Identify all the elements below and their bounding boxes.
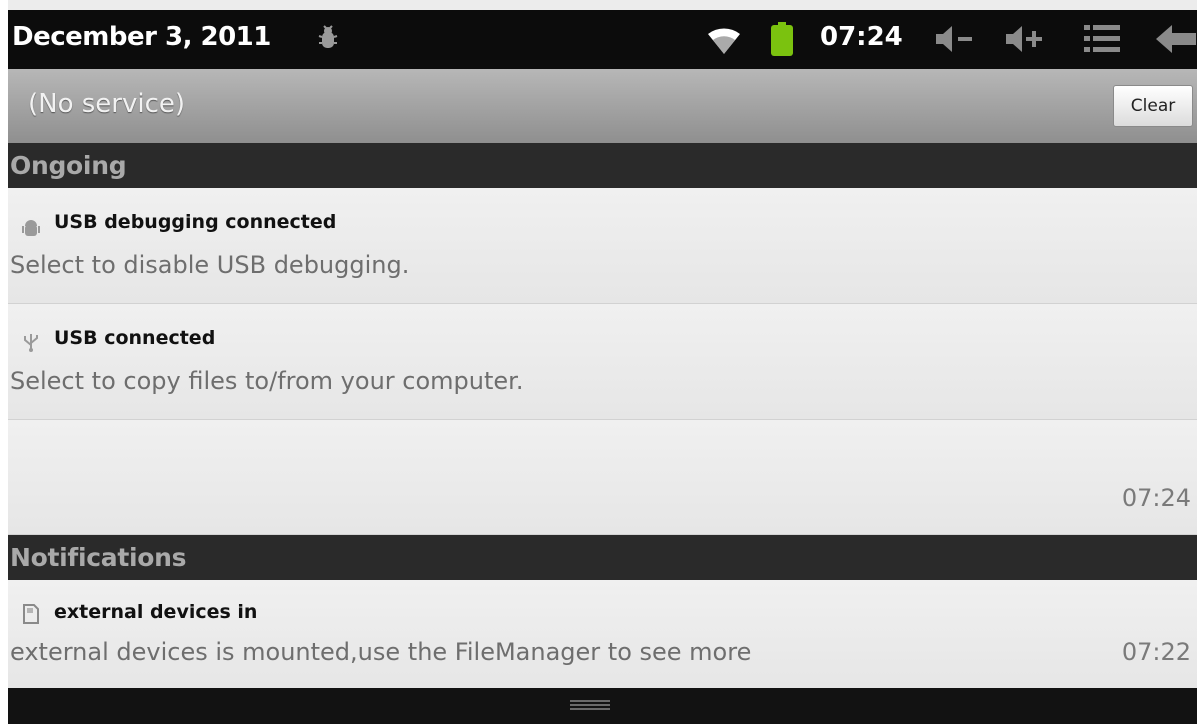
battery-icon: [771, 22, 793, 56]
notifications-header: Notifications: [8, 535, 1197, 580]
back-icon[interactable]: [1156, 22, 1196, 56]
notification-title: USB connected: [54, 327, 216, 349]
notification-time: 07:22: [1121, 638, 1191, 666]
debug-bug-icon: [318, 25, 338, 48]
status-bar: December 3, 2011 07:24: [8, 10, 1197, 69]
notification-title: USB debugging connected: [54, 211, 337, 233]
volume-down-icon[interactable]: [934, 24, 978, 54]
menu-icon[interactable]: [1084, 22, 1120, 56]
grip-handle-icon[interactable]: [570, 698, 610, 712]
wifi-icon: [708, 28, 740, 54]
carrier-label: (No service): [28, 89, 186, 119]
notification-text: external devices is mounted,use the File…: [10, 638, 752, 666]
sd-card-icon: [23, 604, 39, 624]
status-date: December 3, 2011: [12, 22, 271, 52]
panel-handle-bar[interactable]: [8, 688, 1197, 724]
notification-ongoing-blank[interactable]: 07:24: [8, 420, 1197, 535]
notification-panel: December 3, 2011 07:24 (No service) Clea…: [8, 0, 1197, 724]
usb-icon: [24, 334, 38, 352]
notification-usb-debugging[interactable]: USB debugging connected Select to disabl…: [8, 188, 1197, 304]
notification-text: Select to disable USB debugging.: [10, 251, 410, 279]
notification-time: 07:24: [1121, 484, 1191, 512]
notification-text: Select to copy files to/from your comput…: [10, 367, 524, 395]
notification-usb-connected[interactable]: USB connected Select to copy files to/fr…: [8, 304, 1197, 420]
notification-external-devices[interactable]: external devices in external devices is …: [8, 580, 1197, 688]
ongoing-header: Ongoing: [8, 143, 1197, 188]
status-time: 07:24: [820, 22, 903, 52]
android-debug-icon: [22, 220, 40, 236]
carrier-bar: (No service) Clear: [8, 69, 1197, 143]
notification-title: external devices in: [54, 601, 258, 623]
volume-up-icon[interactable]: [1004, 24, 1048, 54]
clear-button[interactable]: Clear: [1113, 85, 1193, 127]
